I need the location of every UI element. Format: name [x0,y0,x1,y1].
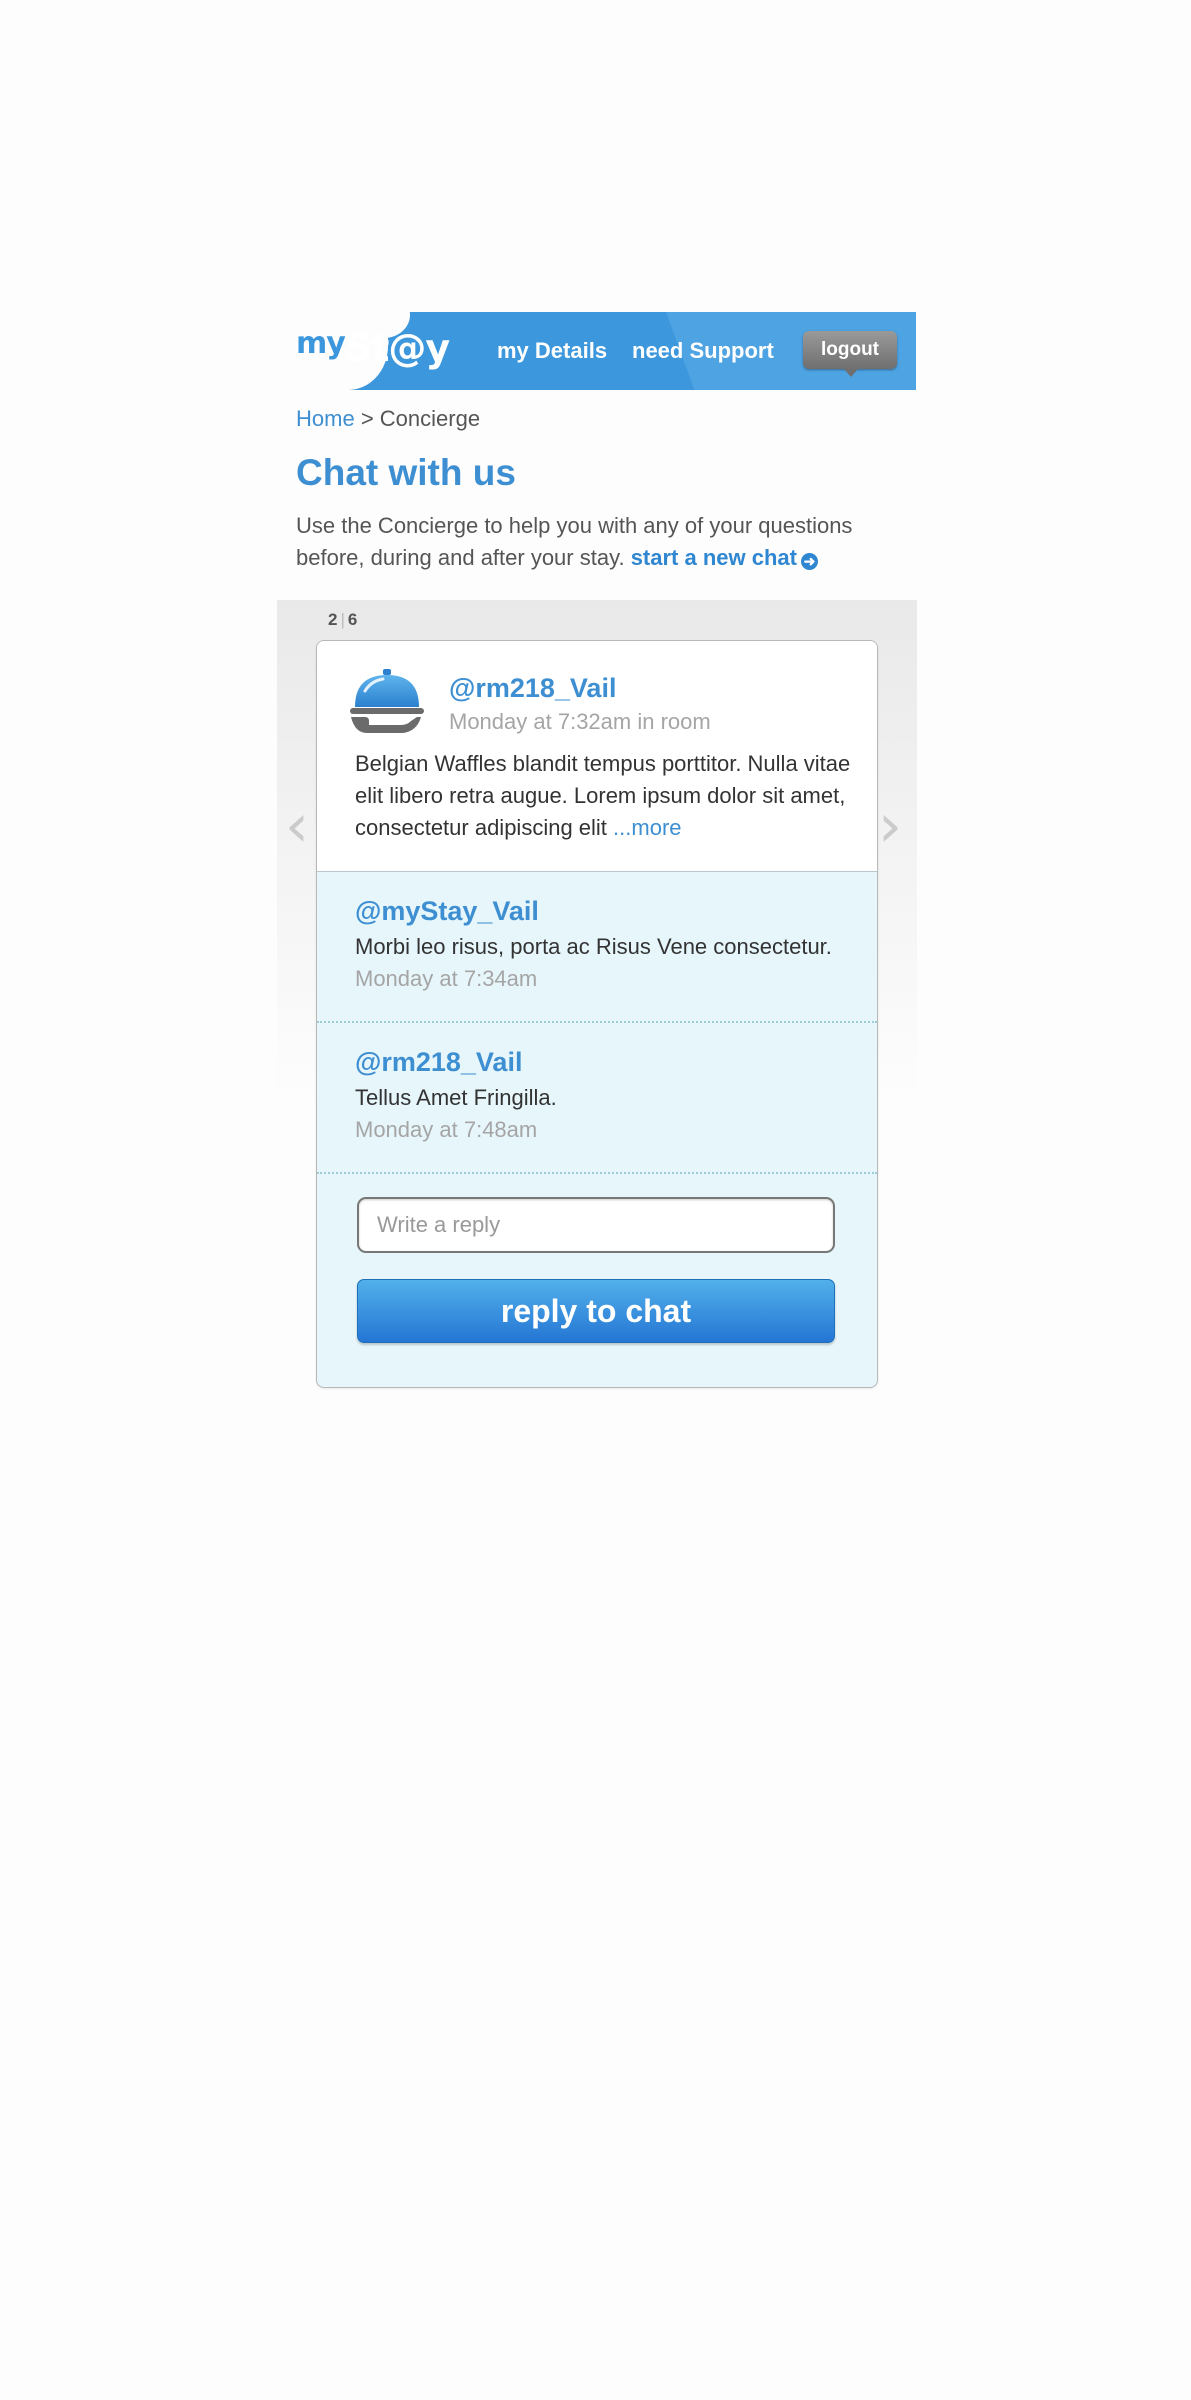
chevron-right-icon[interactable]: › [878,796,902,856]
pager-total: 6 [347,610,358,629]
service-cloche-icon [350,669,424,733]
app-header: mySt@y my Details need Support logout [296,312,916,390]
page-title: Chat with us [296,452,516,493]
reply-text: Morbi leo risus, porta ac Risus Vene con… [355,934,832,959]
logo-my: my [296,326,346,361]
circle-arrow-right-icon: ➜ [800,553,818,570]
nav-need-support[interactable]: need Support [632,312,774,390]
breadcrumb-separator: > [360,406,374,431]
chat-card: @rm218_Vail Monday at 7:32am in room Bel… [316,640,878,1388]
chat-original-post: @rm218_Vail Monday at 7:32am in room Bel… [317,641,877,872]
post-body: Belgian Waffles blandit tempus porttitor… [355,748,855,844]
mystay-logo[interactable]: mySt@y [296,326,450,376]
read-more-link[interactable]: ...more [613,815,681,840]
logo-stay: St@y [344,326,450,370]
breadcrumb: Home > Concierge [296,406,480,432]
reply-timestamp: Monday at 7:48am [355,1117,538,1142]
breadcrumb-home[interactable]: Home [296,406,355,431]
pager-current: 2 [328,610,338,629]
chat-pager: 2 | 6 [328,610,357,630]
chat-reply: @myStay_Vail Morbi leo risus, porta ac R… [317,872,877,1023]
reply-input[interactable] [357,1197,835,1253]
nav-my-details[interactable]: my Details [497,312,607,390]
reply-username[interactable]: @myStay_Vail [355,896,539,927]
chat-reply: @rm218_Vail Tellus Amet Fringilla. Monda… [317,1023,877,1174]
chevron-left-icon[interactable]: ‹ [285,796,309,856]
start-new-chat-label: start a new chat [630,545,797,570]
post-username[interactable]: @rm218_Vail [449,673,616,704]
pager-separator: | [340,610,345,629]
intro-text: Use the Concierge to help you with any o… [296,510,896,574]
nav-need-support-label: need Support [632,338,774,363]
reply-to-chat-button[interactable]: reply to chat [357,1279,835,1343]
breadcrumb-current: Concierge [379,406,481,431]
logout-button[interactable]: logout [803,331,897,377]
reply-text: Tellus Amet Fringilla. [355,1085,557,1110]
post-timestamp: Monday at 7:32am in room [449,709,711,734]
reply-username[interactable]: @rm218_Vail [355,1047,522,1078]
post-body-text: Belgian Waffles blandit tempus porttitor… [355,751,851,840]
nav-my-details-label: my Details [497,338,608,363]
reply-timestamp: Monday at 7:34am [355,966,538,991]
start-new-chat-link[interactable]: start a new chat ➜ [631,545,818,570]
